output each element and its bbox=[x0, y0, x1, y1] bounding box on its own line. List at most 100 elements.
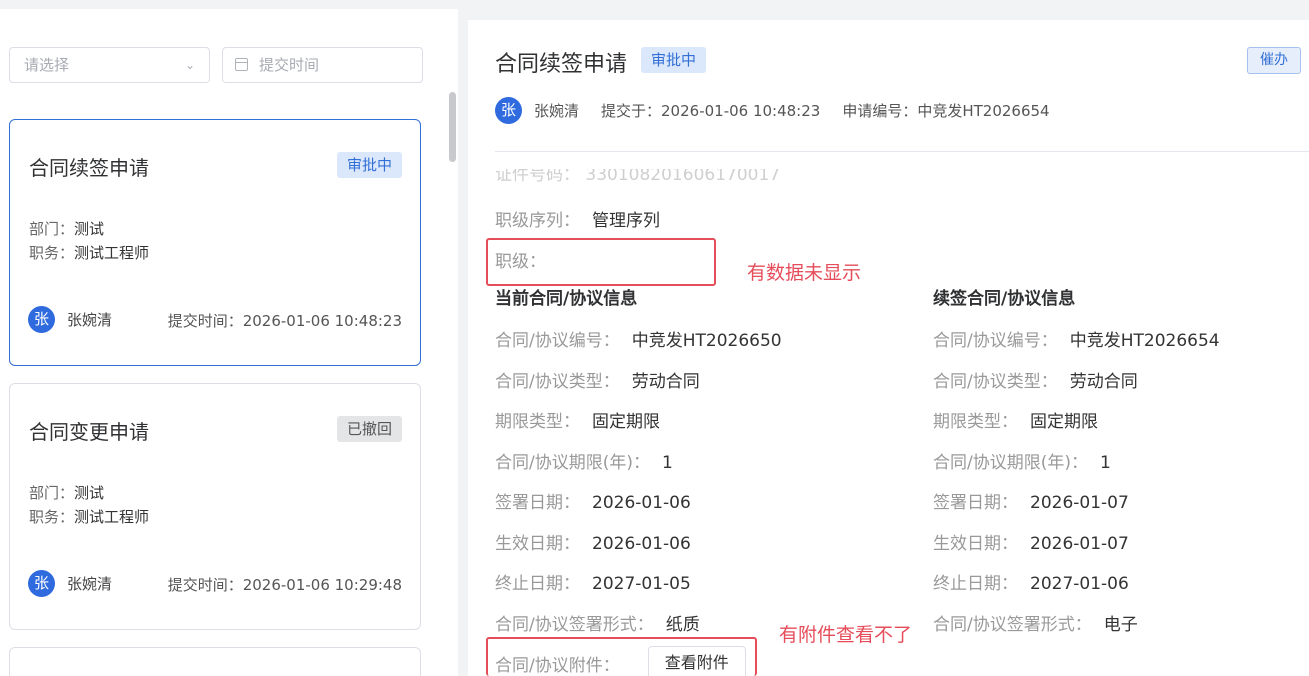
apply-number: 申请编号：中竞发HT2026654 bbox=[842, 102, 1050, 120]
application-detail-panel: 合同续签申请 审批中 催办 张 张婉清 提交于：2026-01-06 10:48… bbox=[468, 20, 1309, 676]
field-label: 生效日期： bbox=[495, 534, 580, 554]
field-value: 劳动合同 bbox=[631, 372, 700, 392]
user-name: 张婉清 bbox=[67, 311, 113, 329]
contract-field-row: 合同/协议编号： 中竞发HT2026650 bbox=[495, 326, 782, 351]
field-value: 2027-01-06 bbox=[1030, 574, 1129, 594]
application-card[interactable] bbox=[9, 647, 421, 676]
chevron-down-icon: ⌄ bbox=[184, 58, 195, 72]
field-value: 中竞发HT2026654 bbox=[1069, 331, 1220, 351]
renew-contract-title: 续签合同/协议信息 bbox=[933, 289, 1076, 309]
card-user: 张 张婉清 bbox=[28, 570, 112, 597]
field-value: 电子 bbox=[1103, 615, 1138, 635]
field-value: 固定期限 bbox=[592, 412, 660, 432]
calendar-icon bbox=[235, 58, 248, 71]
field-label: 期限类型： bbox=[495, 412, 580, 432]
field-value: 固定期限 bbox=[1030, 412, 1098, 432]
card-submit-time: 提交时间：2026-01-06 10:29:48 bbox=[167, 576, 402, 594]
position-label: 职务： bbox=[29, 508, 75, 526]
contract-field-row: 生效日期： 2026-01-06 bbox=[495, 529, 691, 554]
detail-meta: 张 张婉清 提交于：2026-01-06 10:48:23 申请编号：中竞发HT… bbox=[495, 97, 1050, 124]
card-user: 张 张婉清 bbox=[28, 306, 112, 333]
submitted-time: 提交于：2026-01-06 10:48:23 bbox=[601, 102, 821, 120]
field-label: 签署日期： bbox=[933, 493, 1018, 513]
card-position: 职务：测试工程师 bbox=[29, 506, 149, 527]
field-label: 期限类型： bbox=[933, 412, 1018, 432]
application-list-panel: 请选择 ⌄ 提交时间 合同续签申请 审批中 部门：测试 职务：测试工程师 张 张… bbox=[0, 9, 458, 676]
field-value: 劳动合同 bbox=[1069, 372, 1138, 392]
rank-highlight-box bbox=[486, 238, 716, 286]
list-scrollbar[interactable] bbox=[449, 92, 456, 162]
attachment-highlight-box bbox=[486, 637, 757, 676]
card-department: 部门：测试 bbox=[29, 482, 104, 503]
detail-title: 合同续签申请 bbox=[495, 52, 628, 77]
contract-field-row: 合同/协议类型： 劳动合同 bbox=[495, 367, 700, 392]
avatar: 张 bbox=[495, 97, 522, 124]
contract-field-row: 签署日期： 2026-01-07 bbox=[933, 488, 1129, 513]
submit-time-placeholder: 提交时间 bbox=[259, 56, 320, 74]
position-value: 测试工程师 bbox=[74, 508, 150, 526]
contract-field-row: 期限类型： 固定期限 bbox=[933, 407, 1098, 432]
urge-button[interactable]: 催办 bbox=[1247, 47, 1301, 74]
submit-time-picker[interactable]: 提交时间 bbox=[222, 47, 423, 83]
field-value: 纸质 bbox=[665, 615, 700, 635]
field-label: 合同/协议编号： bbox=[495, 331, 620, 351]
type-select-placeholder: 请选择 bbox=[24, 56, 70, 74]
field-label: 合同/协议期限(年)： bbox=[495, 453, 650, 473]
department-label: 部门： bbox=[29, 220, 75, 238]
contract-field-row: 合同/协议期限(年)： 1 bbox=[933, 448, 1111, 473]
field-label: 合同/协议编号： bbox=[933, 331, 1058, 351]
field-label: 终止日期： bbox=[495, 574, 580, 594]
card-submit-time: 提交时间：2026-01-06 10:48:23 bbox=[167, 312, 402, 330]
application-card[interactable]: 合同续签申请 审批中 部门：测试 职务：测试工程师 张 张婉清 提交时间：202… bbox=[9, 119, 421, 366]
id-number-row: 证件号码： 330108201606170017 bbox=[495, 165, 781, 185]
applicant-name: 张婉清 bbox=[534, 102, 580, 120]
field-value: 2026-01-06 bbox=[592, 493, 691, 513]
application-card[interactable]: 合同变更申请 已撤回 部门：测试 职务：测试工程师 张 张婉清 提交时间：202… bbox=[9, 383, 421, 630]
field-value: 1 bbox=[662, 453, 673, 473]
contract-field-row: 合同/协议签署形式： 电子 bbox=[933, 610, 1138, 635]
field-value: 2026-01-06 bbox=[592, 534, 691, 554]
contract-field-row: 合同/协议类型： 劳动合同 bbox=[933, 367, 1138, 392]
rank-annotation: 有数据未显示 bbox=[747, 262, 862, 284]
contract-field-row: 合同/协议期限(年)： 1 bbox=[495, 448, 673, 473]
detail-content[interactable]: 证件号码： 330108201606170017 职级序列： 管理序列 职级： 当… bbox=[468, 152, 1309, 676]
position-label: 职务： bbox=[29, 244, 75, 262]
contract-field-row: 生效日期： 2026-01-07 bbox=[933, 529, 1129, 554]
contract-field-row: 合同/协议签署形式： 纸质 bbox=[495, 610, 700, 635]
card-title: 合同续签申请 bbox=[29, 156, 149, 180]
rank-series-row: 职级序列： 管理序列 bbox=[495, 206, 660, 231]
field-label: 生效日期： bbox=[933, 534, 1018, 554]
field-value: 中竞发HT2026650 bbox=[631, 331, 782, 351]
field-label: 合同/协议签署形式： bbox=[933, 615, 1092, 635]
current-contract-title: 当前合同/协议信息 bbox=[495, 289, 638, 309]
position-value: 测试工程师 bbox=[74, 244, 150, 262]
field-label: 合同/协议签署形式： bbox=[495, 615, 654, 635]
department-label: 部门： bbox=[29, 484, 75, 502]
field-label: 签署日期： bbox=[495, 493, 580, 513]
field-value: 1 bbox=[1100, 453, 1111, 473]
card-position: 职务：测试工程师 bbox=[29, 242, 149, 263]
contract-field-row: 合同/协议编号： 中竞发HT2026654 bbox=[933, 326, 1220, 351]
avatar: 张 bbox=[28, 570, 55, 597]
field-value: 2027-01-05 bbox=[592, 574, 691, 594]
attachment-annotation: 有附件查看不了 bbox=[779, 624, 913, 646]
field-value: 管理序列 bbox=[592, 211, 660, 231]
contract-field-row: 签署日期： 2026-01-06 bbox=[495, 488, 691, 513]
field-value: 2026-01-07 bbox=[1030, 493, 1129, 513]
user-name: 张婉清 bbox=[67, 575, 113, 593]
card-department: 部门：测试 bbox=[29, 218, 104, 239]
field-label: 合同/协议类型： bbox=[495, 372, 620, 392]
field-label: 职级序列： bbox=[495, 211, 580, 231]
department-value: 测试 bbox=[74, 484, 105, 502]
field-label: 合同/协议类型： bbox=[933, 372, 1058, 392]
department-value: 测试 bbox=[74, 220, 105, 238]
field-label: 终止日期： bbox=[933, 574, 1018, 594]
card-title: 合同变更申请 bbox=[29, 420, 149, 444]
status-badge: 审批中 bbox=[641, 47, 707, 73]
contract-field-row: 期限类型： 固定期限 bbox=[495, 407, 660, 432]
type-select[interactable]: 请选择 ⌄ bbox=[9, 47, 210, 83]
contract-field-row: 终止日期： 2027-01-06 bbox=[933, 569, 1129, 594]
status-badge: 已撤回 bbox=[336, 416, 402, 442]
avatar: 张 bbox=[28, 306, 55, 333]
field-value: 2026-01-07 bbox=[1030, 534, 1129, 554]
